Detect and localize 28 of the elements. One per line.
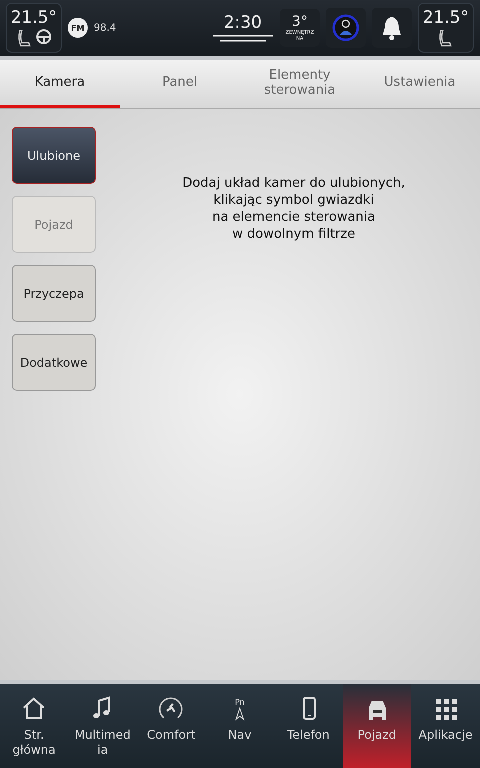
tab[interactable]: Ustawienia <box>360 60 480 108</box>
nav-button[interactable]: Pojazd <box>342 684 412 768</box>
radio-band-badge: FM <box>68 18 88 38</box>
nav-button[interactable]: Comfort <box>137 684 206 768</box>
temperature-text: 3° <box>292 14 308 30</box>
temperature-text: 21.5° <box>422 9 470 27</box>
nav-button[interactable]: Pn Nav <box>206 684 274 768</box>
clock-underline-icon <box>212 35 274 43</box>
nav-button[interactable]: Aplikacje <box>411 684 480 768</box>
climate-button[interactable]: 21.5° <box>6 3 62 53</box>
climate-button[interactable]: 21.5° <box>418 3 474 53</box>
info-message: Dodaj układ kamer do ulubionych, klikając symbol gwiazdki na elemencie sterowania w dowolnym filtrze <box>182 175 406 243</box>
clock-text: 2:30 <box>224 13 262 33</box>
nav-button[interactable]: Multimed ia <box>68 684 138 768</box>
driver-icon[interactable] <box>332 14 360 42</box>
tab[interactable]: Panel <box>120 60 240 108</box>
nav-button[interactable]: Telefon <box>274 684 343 768</box>
filter-button[interactable]: Dodatkowe <box>12 334 96 391</box>
nav-button[interactable]: Str. główna <box>0 684 69 768</box>
temperature-text: 21.5° <box>10 9 58 27</box>
radio-frequency[interactable]: 98.4 <box>94 22 116 34</box>
tab[interactable]: Elementy sterowania <box>240 60 360 108</box>
home-icon <box>21 696 48 722</box>
filter-button[interactable]: Przyczepa <box>12 265 96 322</box>
filter-button[interactable]: Ulubione <box>12 127 96 184</box>
bell-icon[interactable] <box>380 15 404 41</box>
steering-wheel-icon <box>36 29 52 45</box>
compass-label: Pn <box>235 698 245 706</box>
